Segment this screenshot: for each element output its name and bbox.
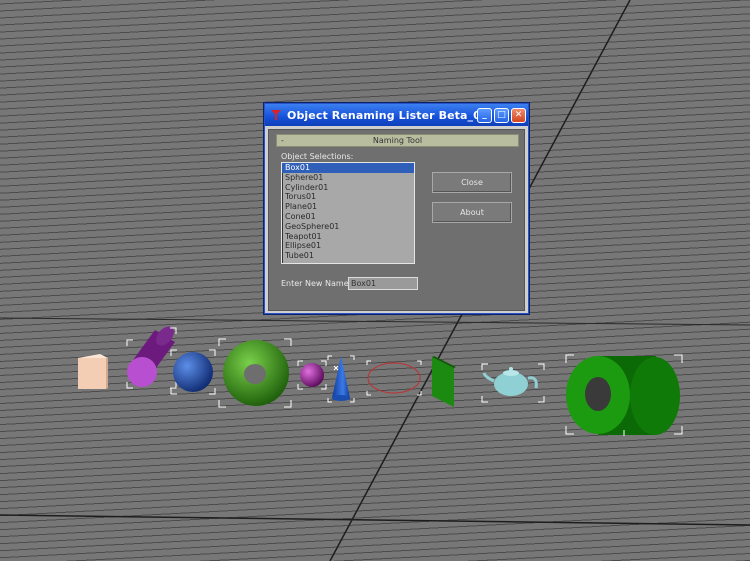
enter-new-name-label: Enter New Name: (281, 279, 352, 288)
dialog-title: Object Renaming Lister Beta_01_101... (287, 108, 477, 122)
about-button[interactable]: About (432, 202, 512, 223)
torus-object[interactable] (218, 338, 292, 408)
geosphere-object[interactable] (297, 360, 327, 390)
teapot-object[interactable] (481, 363, 545, 403)
list-item[interactable]: Ellipse01 (282, 241, 414, 251)
object-selections-label: Object Selections: (281, 152, 354, 161)
minimize-button[interactable]: _ (477, 107, 492, 123)
list-item[interactable]: Plane01 (282, 202, 414, 212)
cylinder-object[interactable] (126, 323, 177, 389)
rollout-title: Naming Tool (372, 136, 423, 145)
box-object[interactable] (78, 354, 108, 389)
list-item[interactable]: Box01 (282, 163, 414, 173)
list-item[interactable]: GeoSphere01 (282, 222, 414, 232)
list-item[interactable]: Cone01 (282, 212, 414, 222)
sphere-object[interactable] (170, 349, 216, 395)
rollout-naming-tool[interactable]: - Naming Tool (276, 134, 519, 147)
cone-object[interactable] (327, 355, 355, 403)
close-button[interactable]: Close (432, 172, 512, 193)
object-renaming-dialog: Object Renaming Lister Beta_01_101... _ … (264, 103, 529, 314)
new-name-input[interactable]: Box01 (348, 277, 418, 290)
grid-axis-line (0, 317, 750, 326)
list-item[interactable]: Tube01 (282, 251, 414, 261)
plane-object[interactable] (432, 356, 456, 407)
app-logo-icon (269, 108, 283, 122)
ellipse-object[interactable] (366, 360, 422, 396)
maximize-button[interactable]: □ (494, 107, 509, 123)
list-item[interactable]: Cylinder01 (282, 183, 414, 193)
grid-axis-line (0, 514, 750, 526)
window-close-button[interactable]: ✕ (511, 107, 526, 123)
dialog-titlebar[interactable]: Object Renaming Lister Beta_01_101... _ … (265, 104, 528, 126)
object-selections-list[interactable]: Box01 Sphere01 Cylinder01 Torus01 Plane01 Con… (281, 162, 415, 264)
dialog-client-area: - Naming Tool Object Selections: Box01 Sp… (268, 129, 525, 311)
tube-object[interactable] (565, 354, 683, 436)
list-item[interactable]: Teapot01 (282, 232, 414, 242)
list-item[interactable]: Sphere01 (282, 173, 414, 183)
list-item[interactable]: Torus01 (282, 192, 414, 202)
rollout-collapse-icon[interactable]: - (281, 135, 284, 146)
